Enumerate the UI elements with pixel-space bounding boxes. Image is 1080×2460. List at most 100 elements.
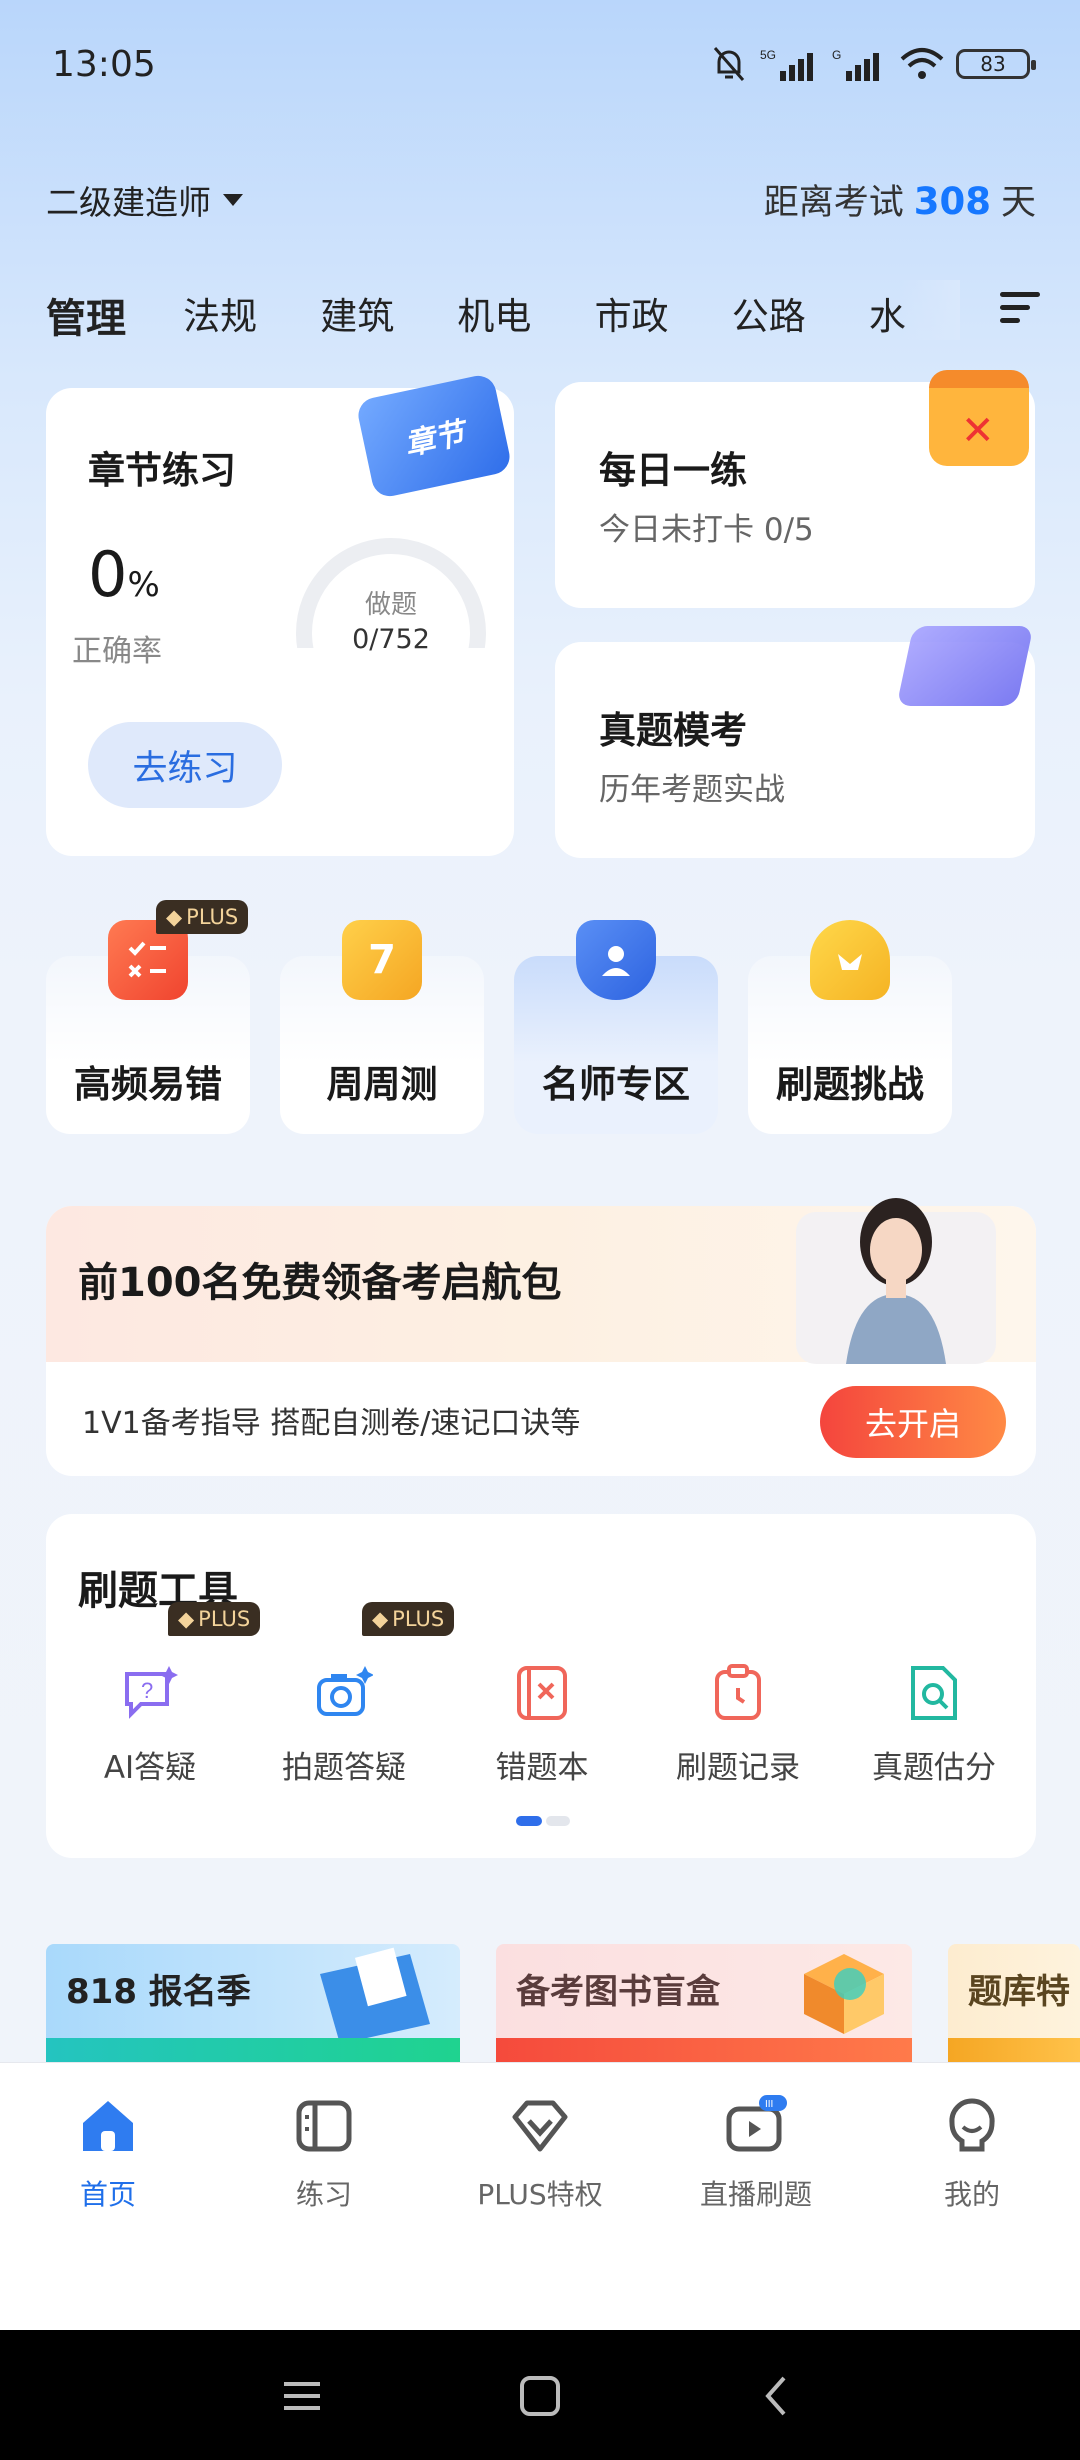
nav-label: 练习: [295, 2178, 352, 2211]
tool-ai-qa[interactable]: ◆ PLUS ? AI答疑: [52, 1602, 261, 1787]
quick-label: 周周测: [326, 1063, 438, 1106]
real-exam-card[interactable]: 真题模考 历年考题实战: [555, 626, 1035, 858]
caret-down-icon: [223, 194, 243, 206]
battery-icon: 83: [956, 49, 1036, 79]
accuracy-value: 0%: [88, 538, 160, 611]
live-video-icon: III: [726, 2095, 787, 2152]
crown-icon: [810, 920, 890, 1000]
countdown-unit: 天: [1000, 183, 1036, 223]
done-value: 0/752: [352, 624, 430, 655]
tab-guanli[interactable]: 管理: [46, 286, 183, 344]
tool-practice-record[interactable]: 刷题记录: [640, 1664, 836, 1787]
clipboard-clock-icon: [715, 1664, 761, 1720]
home-button-icon[interactable]: [518, 2374, 562, 2418]
nav-mine[interactable]: 我的: [864, 2095, 1080, 2213]
accuracy-label: 正确率: [72, 634, 162, 669]
promo-label: 818 报名季: [66, 1972, 251, 2012]
tool-label: 错题本: [495, 1750, 589, 1786]
plus-badge: ◆ PLUS: [362, 1602, 455, 1636]
profile-icon: [949, 2098, 995, 2152]
svg-text:III: III: [765, 2099, 773, 2110]
system-nav-bar: [0, 2330, 1080, 2460]
nav-plus[interactable]: PLUS特权: [432, 2095, 648, 2213]
tab-fagui[interactable]: 法规: [183, 286, 320, 344]
quick-label: 刷题挑战: [776, 1063, 924, 1106]
tab-fade: [900, 280, 960, 340]
banner-subtitle: 1V1备考指导 搭配自测卷/速记口诀等: [82, 1406, 581, 1441]
svg-text:?: ?: [141, 1678, 153, 1703]
nav-live[interactable]: III 直播刷题: [648, 2095, 864, 2213]
exam-selector[interactable]: 二级建造师: [46, 176, 243, 224]
chapter-tag: 章节: [355, 372, 513, 500]
tool-label: AI答疑: [103, 1750, 197, 1786]
tab-jidian[interactable]: 机电: [457, 286, 594, 344]
quick-label: 名师专区: [542, 1063, 690, 1106]
status-icons: 5G G 83: [710, 46, 1036, 82]
tool-score-estimate[interactable]: 真题估分: [836, 1664, 1032, 1787]
calendar-icon: [929, 370, 1029, 466]
nav-label: PLUS特权: [477, 2178, 603, 2211]
plus-badge: ◆ PLUS: [168, 1602, 261, 1636]
quick-high-frequency[interactable]: ◆ PLUS 高频易错: [46, 900, 250, 1134]
folder-icon: [320, 1947, 430, 2040]
practice-tools-card: 刷题工具 ◆ PLUS ? AI答疑 ◆ PLUS 拍题答疑 错题本 刷题记录 真题…: [46, 1514, 1036, 1858]
real-subtitle: 历年考题实战: [599, 772, 785, 808]
recents-icon[interactable]: [280, 2374, 324, 2418]
promo-question-bank[interactable]: 题库特: [948, 1944, 1080, 2064]
nav-label: 我的: [943, 2178, 1000, 2211]
nav-home[interactable]: 首页: [0, 2095, 216, 2213]
tool-label: 拍题答疑: [282, 1750, 406, 1786]
battery-level: 83: [980, 52, 1006, 76]
banner-open-button[interactable]: 去开启: [820, 1386, 1006, 1458]
nav-label: 直播刷题: [699, 2178, 812, 2211]
quick-teacher-zone[interactable]: 名师专区: [514, 920, 718, 1134]
quick-label: 高频易错: [74, 1063, 222, 1106]
subject-tabs: 管理 法规 建筑 机电 市政 公路 水: [46, 286, 1006, 344]
wrong-book-icon: [517, 1666, 567, 1720]
daily-subtitle: 今日未打卡 0/5: [599, 512, 814, 548]
exam-name: 二级建造师: [46, 183, 211, 222]
tool-label: 真题估分: [872, 1750, 996, 1786]
chapter-title: 章节练习: [88, 449, 236, 492]
exam-countdown: 距离考试 308 天: [764, 174, 1036, 225]
graduation-cap-icon: [896, 626, 1034, 706]
teacher-shield-icon: [576, 920, 656, 1000]
quick-weekly-test[interactable]: 7 周周测: [280, 920, 484, 1134]
presenter-avatar: [796, 1198, 996, 1364]
svg-text:5G: 5G: [760, 48, 776, 62]
calendar-7-icon: 7: [342, 920, 422, 1000]
banner-title: 前100名免费领备考启航包: [78, 1260, 562, 1306]
tool-photo-qa[interactable]: ◆ PLUS 拍题答疑: [246, 1602, 455, 1787]
go-practice-button[interactable]: 去练习: [88, 722, 282, 808]
bottom-navigation: 首页 练习 PLUS特权 III 直播刷题 我的: [0, 2062, 1080, 2330]
real-title: 真题模考: [599, 709, 747, 752]
wifi-icon: [900, 48, 944, 79]
nav-label: 首页: [79, 2178, 136, 2211]
practice-book-icon: [296, 2100, 352, 2152]
page-indicator: [516, 1816, 570, 1826]
daily-title: 每日一练: [599, 449, 747, 492]
promo-banner[interactable]: 前100名免费领备考启航包 1V1备考指导 搭配自测卷/速记口诀等 去开启: [46, 1198, 1036, 1476]
promo-label: 备考图书盲盒: [516, 1972, 720, 2012]
tool-wrong-book[interactable]: 错题本: [444, 1664, 640, 1787]
countdown-prefix: 距离考试: [763, 183, 904, 223]
promo-book-box[interactable]: 备考图书盲盒: [496, 1944, 912, 2064]
svg-text:G: G: [832, 48, 841, 62]
promo-label: 题库特: [968, 1972, 1070, 2012]
menu-icon[interactable]: [1000, 292, 1040, 328]
tab-gonglu[interactable]: 公路: [732, 286, 869, 344]
search-doc-icon: [911, 1666, 957, 1720]
promo-signup[interactable]: 818 报名季: [46, 1944, 460, 2064]
quick-challenge[interactable]: 刷题挑战: [748, 920, 952, 1134]
mute-bell-icon: [713, 47, 745, 81]
tab-jianzhu[interactable]: 建筑: [320, 286, 457, 344]
status-time: 13:05: [52, 44, 156, 85]
done-label: 做题: [364, 590, 417, 620]
tab-shizheng[interactable]: 市政: [595, 286, 732, 344]
daily-practice-card[interactable]: 每日一练 今日未打卡 0/5: [555, 370, 1035, 608]
camera-icon: [317, 1666, 374, 1716]
chapter-practice-card[interactable]: 章节 章节练习 0% 正确率 做题 0/752 去练习: [46, 372, 514, 856]
gift-box-icon: [804, 1954, 884, 2034]
back-icon[interactable]: [756, 2374, 800, 2418]
nav-practice[interactable]: 练习: [216, 2095, 432, 2213]
